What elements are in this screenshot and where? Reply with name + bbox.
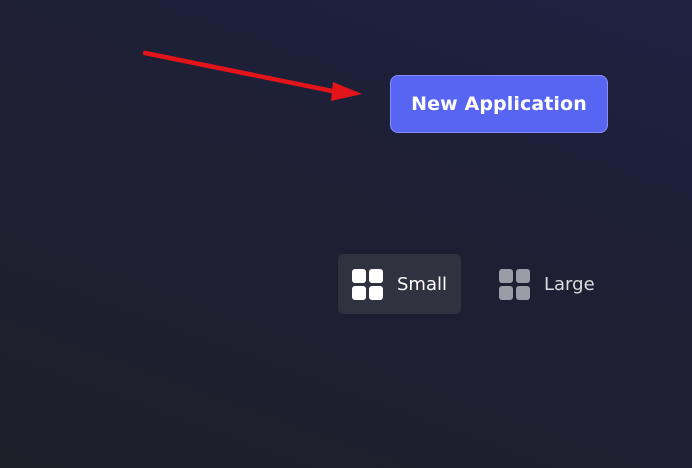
- grid-cell: [516, 268, 530, 283]
- grid-cell: [499, 268, 513, 283]
- grid-cell: [369, 268, 383, 283]
- size-toggle: Small Large: [338, 254, 607, 314]
- new-application-button[interactable]: New Application: [390, 75, 608, 133]
- arrow-shaft: [142, 50, 340, 95]
- size-option-large[interactable]: Large: [485, 254, 607, 314]
- size-option-small[interactable]: Small: [338, 254, 461, 314]
- grid-icon: [352, 268, 383, 300]
- size-option-small-label: Small: [397, 273, 447, 295]
- grid-cell: [369, 285, 383, 300]
- annotation-arrow-icon: [142, 50, 362, 101]
- grid-icon: [499, 268, 530, 300]
- grid-cell: [516, 285, 530, 300]
- grid-cell: [352, 285, 366, 300]
- grid-cell: [352, 268, 366, 283]
- size-option-large-label: Large: [544, 273, 595, 295]
- grid-cell: [499, 285, 513, 300]
- arrow-head: [331, 82, 362, 101]
